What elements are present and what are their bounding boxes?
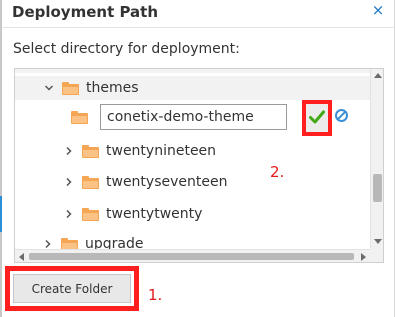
tree-item-label: themes <box>86 80 139 96</box>
folder-icon <box>62 81 79 95</box>
deployment-path-dialog: Deployment Path × Select directory for d… <box>2 0 395 317</box>
cancel-icon <box>334 108 349 127</box>
scroll-down-arrow-icon[interactable] <box>374 239 382 244</box>
title-divider <box>2 27 395 28</box>
tree-item-twentyseventeen[interactable]: twentyseventeen <box>15 170 370 194</box>
create-folder-highlight: Create Folder <box>5 266 139 311</box>
folder-icon <box>82 207 99 221</box>
tree-item-label: twentytwenty <box>106 206 203 222</box>
vertical-scrollbar[interactable] <box>370 69 383 249</box>
horizontal-scroll-thumb[interactable] <box>29 253 354 260</box>
scroll-left-arrow-icon[interactable] <box>19 253 24 261</box>
tree-item-label: twentyseventeen <box>106 174 228 190</box>
dialog-title: Deployment Path <box>12 3 159 21</box>
scroll-corner <box>370 249 383 262</box>
folder-icon <box>82 175 99 189</box>
directory-prompt: Select directory for deployment: <box>13 41 240 57</box>
create-folder-button[interactable]: Create Folder <box>13 274 131 303</box>
chevron-down-icon[interactable] <box>42 81 56 95</box>
horizontal-scrollbar[interactable] <box>15 249 370 262</box>
tree-item-twentytwenty[interactable]: twentytwenty <box>15 202 370 226</box>
cancel-folder-button[interactable] <box>333 109 350 126</box>
checkmark-icon <box>309 109 325 128</box>
tree-item-themes[interactable]: themes <box>15 76 370 100</box>
new-folder-name-input[interactable] <box>100 104 287 130</box>
chevron-right-icon[interactable] <box>62 207 76 221</box>
folder-icon <box>82 144 99 158</box>
tree-item-twentynineteen[interactable]: twentynineteen <box>15 139 370 163</box>
chevron-right-icon[interactable] <box>62 175 76 189</box>
scroll-right-arrow-icon[interactable] <box>361 253 366 261</box>
scroll-up-arrow-icon[interactable] <box>374 73 382 78</box>
chevron-right-icon[interactable] <box>62 144 76 158</box>
tree-row-partial <box>15 69 370 73</box>
confirm-folder-button[interactable] <box>302 100 332 136</box>
directory-tree: themes 2. twentynineteen <box>14 68 384 263</box>
close-icon[interactable]: × <box>371 3 385 18</box>
tree-item-label: twentynineteen <box>106 143 217 159</box>
step-1-annotation: 1. <box>148 286 163 304</box>
title-bar: Deployment Path × <box>2 0 395 26</box>
vertical-scroll-thumb[interactable] <box>373 174 382 202</box>
folder-icon <box>71 110 88 124</box>
